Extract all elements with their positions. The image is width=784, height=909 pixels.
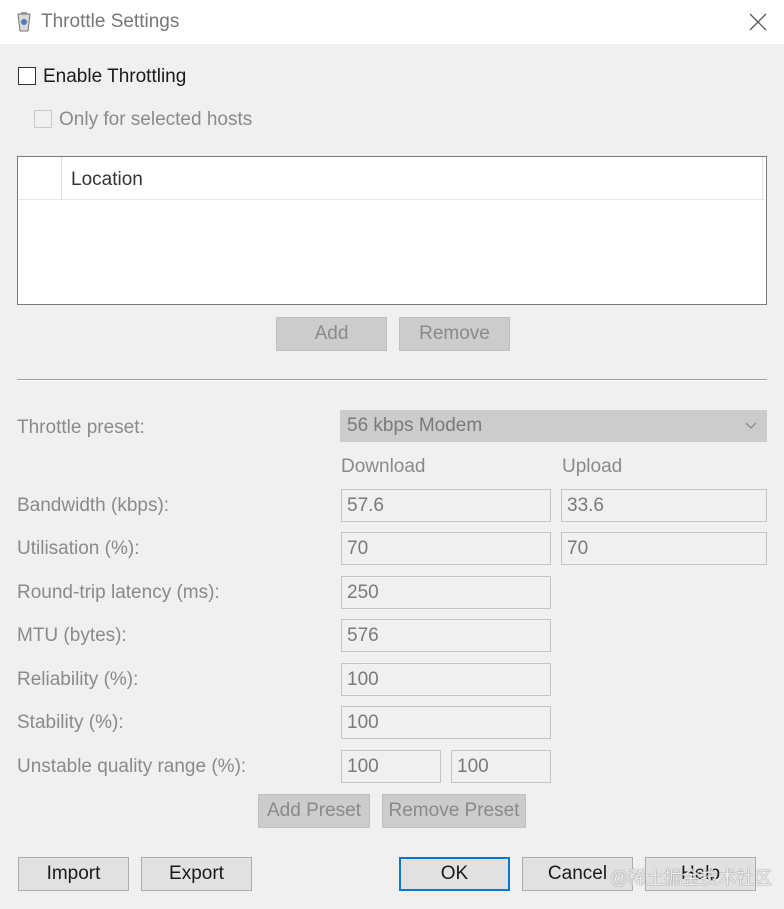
export-button[interactable]: Export <box>141 857 252 891</box>
stability-label: Stability (%): <box>17 712 124 733</box>
enable-throttling-checkbox[interactable] <box>18 67 36 85</box>
enable-throttling-label[interactable]: Enable Throttling <box>43 66 186 88</box>
bandwidth-label: Bandwidth (kbps): <box>17 495 170 516</box>
only-selected-hosts-label[interactable]: Only for selected hosts <box>59 109 252 131</box>
bandwidth-upload-value: 33.6 <box>567 495 604 516</box>
mtu-input[interactable]: 576 <box>341 619 551 652</box>
upload-column-label: Upload <box>562 456 623 477</box>
mtu-value: 576 <box>347 625 379 646</box>
unstable-range-label: Unstable quality range (%): <box>17 756 247 777</box>
utilisation-upload-value: 70 <box>567 538 589 559</box>
stability-value: 100 <box>347 712 379 733</box>
utilisation-download-input[interactable]: 70 <box>341 532 551 565</box>
table-header: Location <box>18 157 765 200</box>
column-header-location[interactable]: Location <box>71 169 143 191</box>
utilisation-download-value: 70 <box>347 538 369 559</box>
utilisation-upload-input[interactable]: 70 <box>561 532 767 565</box>
latency-label: Round-trip latency (ms): <box>17 582 220 603</box>
unstable-range-min-value: 100 <box>347 756 379 777</box>
unstable-range-min-input[interactable]: 100 <box>341 750 441 783</box>
remove-host-button[interactable]: Remove <box>399 317 510 351</box>
bandwidth-download-value: 57.6 <box>347 495 384 516</box>
unstable-range-max-input[interactable]: 100 <box>451 750 551 783</box>
hosts-table[interactable]: Location <box>17 156 767 305</box>
only-selected-hosts-checkbox[interactable] <box>34 110 52 128</box>
column-divider <box>762 157 763 199</box>
throttle-preset-label: Throttle preset: <box>17 417 145 438</box>
utilisation-label: Utilisation (%): <box>17 538 140 559</box>
reliability-input[interactable]: 100 <box>341 663 551 696</box>
stability-input[interactable]: 100 <box>341 706 551 739</box>
mtu-label: MTU (bytes): <box>17 625 127 646</box>
app-icon <box>17 12 31 32</box>
download-column-label: Download <box>341 456 426 477</box>
ok-button[interactable]: OK <box>399 857 510 891</box>
latency-input[interactable]: 250 <box>341 576 551 609</box>
column-divider <box>61 157 62 199</box>
remove-preset-button[interactable]: Remove Preset <box>382 794 526 828</box>
reliability-label: Reliability (%): <box>17 669 139 690</box>
bandwidth-download-input[interactable]: 57.6 <box>341 489 551 522</box>
close-icon[interactable] <box>746 10 770 34</box>
window-title: Throttle Settings <box>41 11 180 32</box>
reliability-value: 100 <box>347 669 379 690</box>
bandwidth-upload-input[interactable]: 33.6 <box>561 489 767 522</box>
chevron-down-icon <box>745 422 757 429</box>
unstable-range-max-value: 100 <box>457 756 489 777</box>
throttle-preset-select[interactable]: 56 kbps Modem <box>340 410 767 442</box>
add-host-button[interactable]: Add <box>276 317 387 351</box>
add-preset-button[interactable]: Add Preset <box>258 794 370 828</box>
latency-value: 250 <box>347 582 379 603</box>
separator-highlight <box>17 380 767 381</box>
watermark-text: @稀土掘金技术社区 <box>610 868 773 888</box>
throttle-preset-value: 56 kbps Modem <box>347 415 483 436</box>
import-button[interactable]: Import <box>18 857 129 891</box>
title-bar: Throttle Settings <box>0 0 784 44</box>
